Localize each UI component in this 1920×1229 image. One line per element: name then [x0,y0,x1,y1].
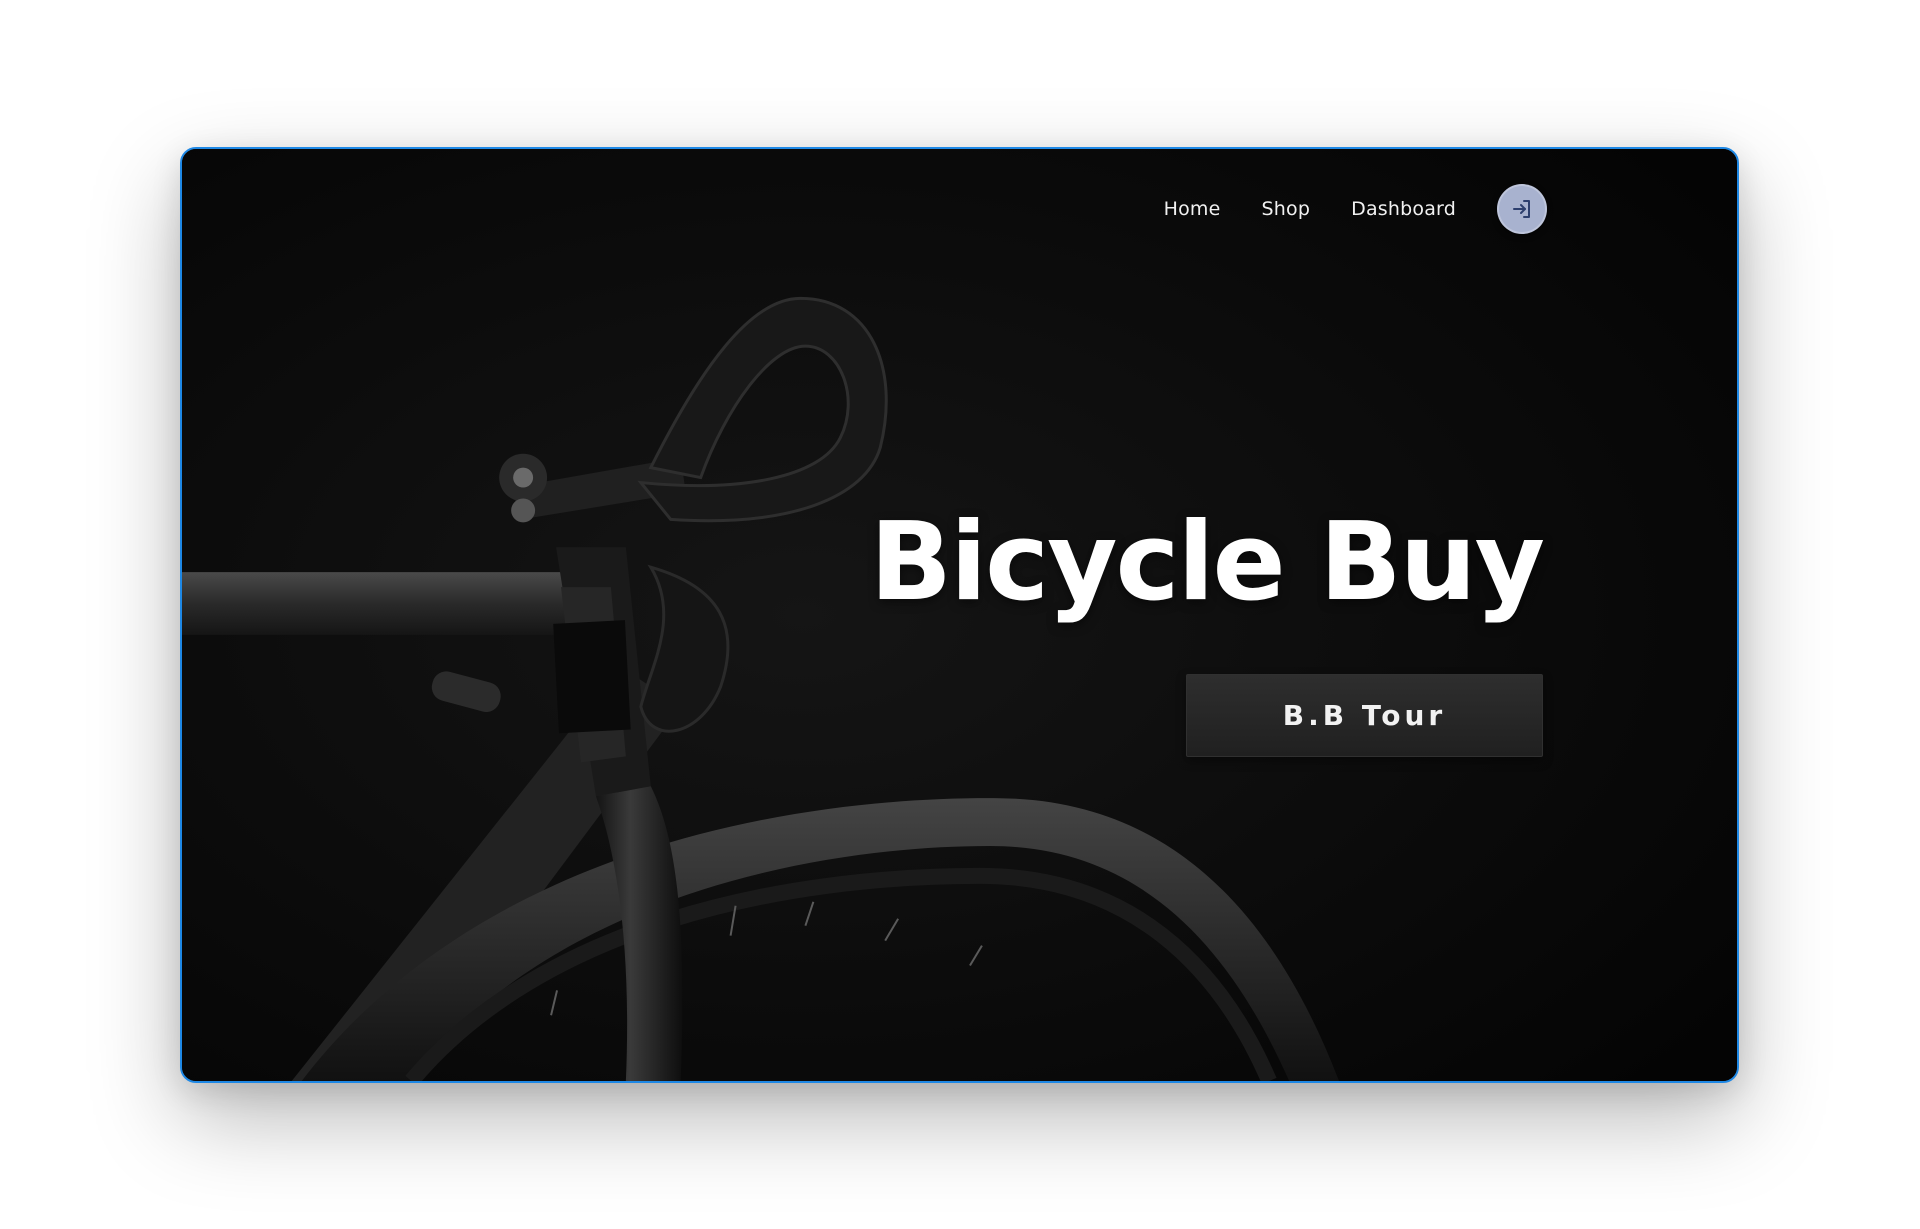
main-nav: Home Shop Dashboard [1164,184,1547,234]
bb-tour-button[interactable]: B.B Tour [1186,674,1543,757]
login-arrow-icon [1513,200,1530,218]
nav-shop-link[interactable]: Shop [1262,198,1311,220]
login-button[interactable] [1497,184,1547,234]
nav-dashboard-link[interactable]: Dashboard [1351,198,1456,220]
hero-card: Home Shop Dashboard Bicycle Buy B.B Tour [180,147,1739,1083]
hero-title: Bicycle Buy [869,500,1545,625]
nav-home-link[interactable]: Home [1164,198,1221,220]
